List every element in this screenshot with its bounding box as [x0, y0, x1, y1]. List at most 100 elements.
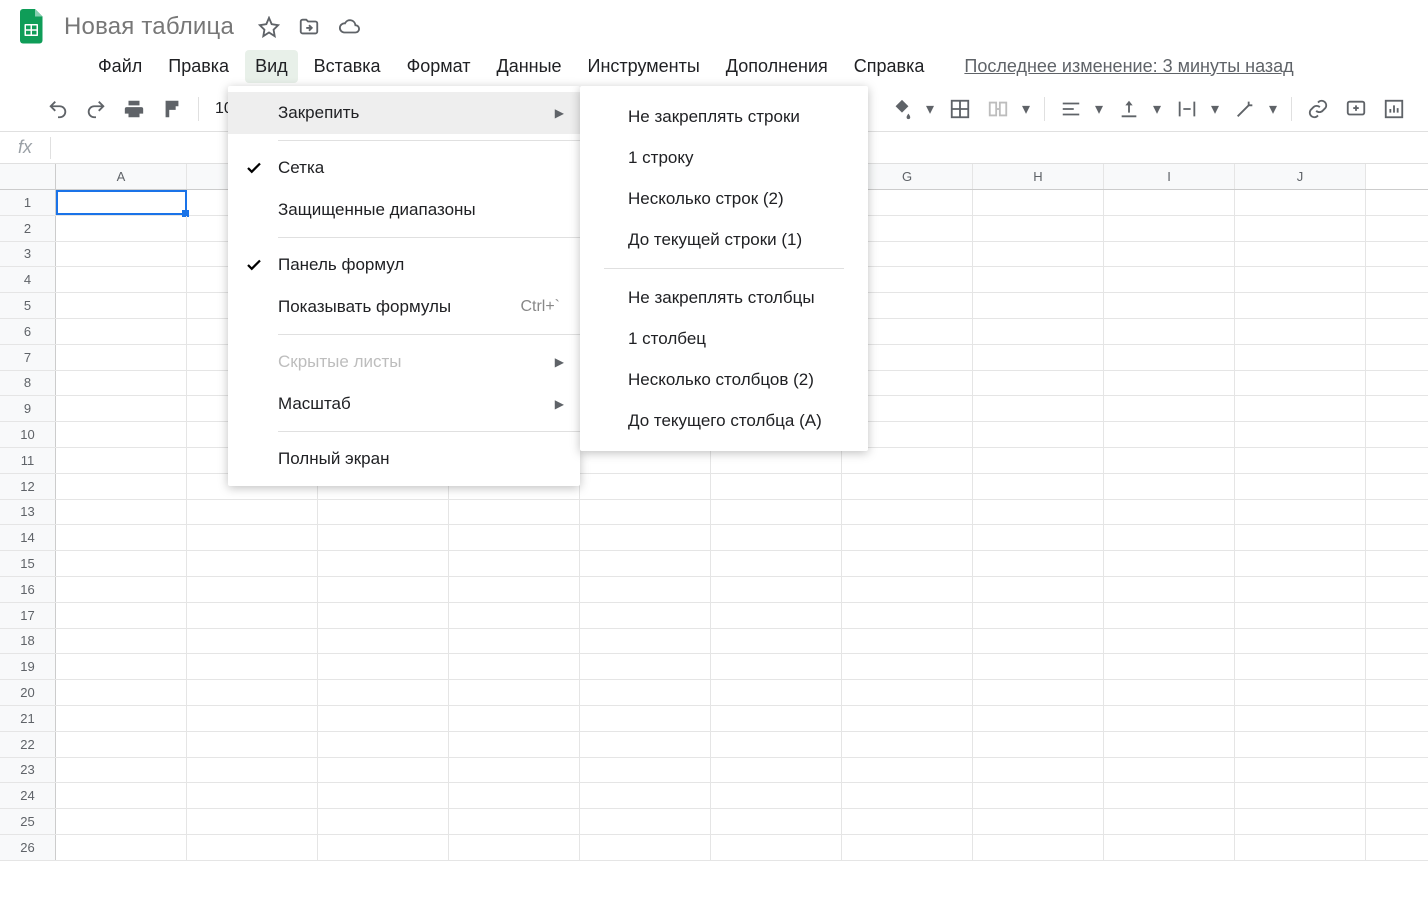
menu-help[interactable]: Справка: [844, 50, 935, 83]
cell[interactable]: [187, 577, 318, 602]
cell[interactable]: [56, 216, 187, 241]
cell[interactable]: [1235, 267, 1366, 292]
cell[interactable]: [56, 706, 187, 731]
menu-tools[interactable]: Инструменты: [578, 50, 710, 83]
col-header[interactable]: I: [1104, 164, 1235, 189]
col-header[interactable]: J: [1235, 164, 1366, 189]
cell[interactable]: [1104, 319, 1235, 344]
cell[interactable]: [1104, 577, 1235, 602]
cell[interactable]: [318, 500, 449, 525]
cell[interactable]: [842, 577, 973, 602]
cell[interactable]: [1235, 809, 1366, 834]
move-folder-icon[interactable]: [298, 16, 320, 38]
cell[interactable]: [1104, 190, 1235, 215]
comment-icon[interactable]: [1342, 95, 1370, 123]
cell[interactable]: [1235, 525, 1366, 550]
cell[interactable]: [1235, 551, 1366, 576]
cell[interactable]: [1235, 835, 1366, 860]
cell[interactable]: [1104, 500, 1235, 525]
cell[interactable]: [56, 551, 187, 576]
cell[interactable]: [580, 732, 711, 757]
row-header[interactable]: 12: [0, 474, 56, 499]
cell[interactable]: [187, 809, 318, 834]
cell[interactable]: [711, 551, 842, 576]
print-icon[interactable]: [120, 95, 148, 123]
cell[interactable]: [1235, 577, 1366, 602]
cell[interactable]: [842, 603, 973, 628]
cell[interactable]: [711, 525, 842, 550]
submenu-one-row[interactable]: 1 строку: [580, 137, 868, 178]
menu-item-zoom[interactable]: Масштаб ▶: [228, 383, 580, 425]
menu-addons[interactable]: Дополнения: [716, 50, 838, 83]
cell[interactable]: [1104, 835, 1235, 860]
cell[interactable]: [580, 603, 711, 628]
cell[interactable]: [580, 783, 711, 808]
cell[interactable]: [449, 577, 580, 602]
cell[interactable]: [842, 629, 973, 654]
cell[interactable]: [580, 680, 711, 705]
cell[interactable]: [711, 835, 842, 860]
cell[interactable]: [842, 448, 973, 473]
cell[interactable]: [711, 732, 842, 757]
chart-icon[interactable]: [1380, 95, 1408, 123]
cell[interactable]: [187, 680, 318, 705]
cell[interactable]: [318, 732, 449, 757]
row-header[interactable]: 24: [0, 783, 56, 808]
cell[interactable]: [842, 783, 973, 808]
cell[interactable]: [973, 293, 1104, 318]
cell[interactable]: [1104, 474, 1235, 499]
wrap-dropdown-icon[interactable]: ▾: [1211, 99, 1221, 119]
cell[interactable]: [187, 629, 318, 654]
cell[interactable]: [1104, 371, 1235, 396]
cell[interactable]: [711, 448, 842, 473]
cell[interactable]: [56, 345, 187, 370]
cell[interactable]: [711, 783, 842, 808]
row-header[interactable]: 13: [0, 500, 56, 525]
cell[interactable]: [56, 190, 187, 215]
cell[interactable]: [973, 216, 1104, 241]
cell[interactable]: [56, 500, 187, 525]
cell[interactable]: [580, 758, 711, 783]
cell[interactable]: [1235, 629, 1366, 654]
select-all-corner[interactable]: [0, 164, 56, 189]
cell[interactable]: [187, 525, 318, 550]
link-icon[interactable]: [1304, 95, 1332, 123]
cell[interactable]: [318, 577, 449, 602]
cell[interactable]: [56, 835, 187, 860]
cell[interactable]: [973, 732, 1104, 757]
cell[interactable]: [580, 629, 711, 654]
cell[interactable]: [318, 654, 449, 679]
document-title[interactable]: Новая таблица: [64, 13, 234, 41]
row-header[interactable]: 17: [0, 603, 56, 628]
cell[interactable]: [973, 319, 1104, 344]
cell[interactable]: [842, 835, 973, 860]
cell[interactable]: [1104, 396, 1235, 421]
cell[interactable]: [56, 422, 187, 447]
menu-data[interactable]: Данные: [487, 50, 572, 83]
cell[interactable]: [973, 654, 1104, 679]
cell[interactable]: [973, 190, 1104, 215]
cell[interactable]: [711, 629, 842, 654]
cell[interactable]: [580, 474, 711, 499]
cell[interactable]: [973, 525, 1104, 550]
merge-cells-icon[interactable]: [984, 95, 1012, 123]
submenu-one-col[interactable]: 1 столбец: [580, 318, 868, 359]
cell[interactable]: [187, 654, 318, 679]
merge-dropdown-icon[interactable]: ▾: [1022, 99, 1032, 119]
cell[interactable]: [1104, 654, 1235, 679]
cell[interactable]: [449, 551, 580, 576]
cell[interactable]: [318, 783, 449, 808]
cell[interactable]: [1104, 345, 1235, 370]
fill-color-icon[interactable]: [888, 95, 916, 123]
cell[interactable]: [973, 758, 1104, 783]
cell[interactable]: [711, 603, 842, 628]
cell[interactable]: [1104, 293, 1235, 318]
cell[interactable]: [842, 654, 973, 679]
cell[interactable]: [1104, 629, 1235, 654]
cell[interactable]: [973, 371, 1104, 396]
cell[interactable]: [187, 835, 318, 860]
cell[interactable]: [187, 706, 318, 731]
cell[interactable]: [580, 551, 711, 576]
cell[interactable]: [1104, 422, 1235, 447]
cell[interactable]: [842, 500, 973, 525]
